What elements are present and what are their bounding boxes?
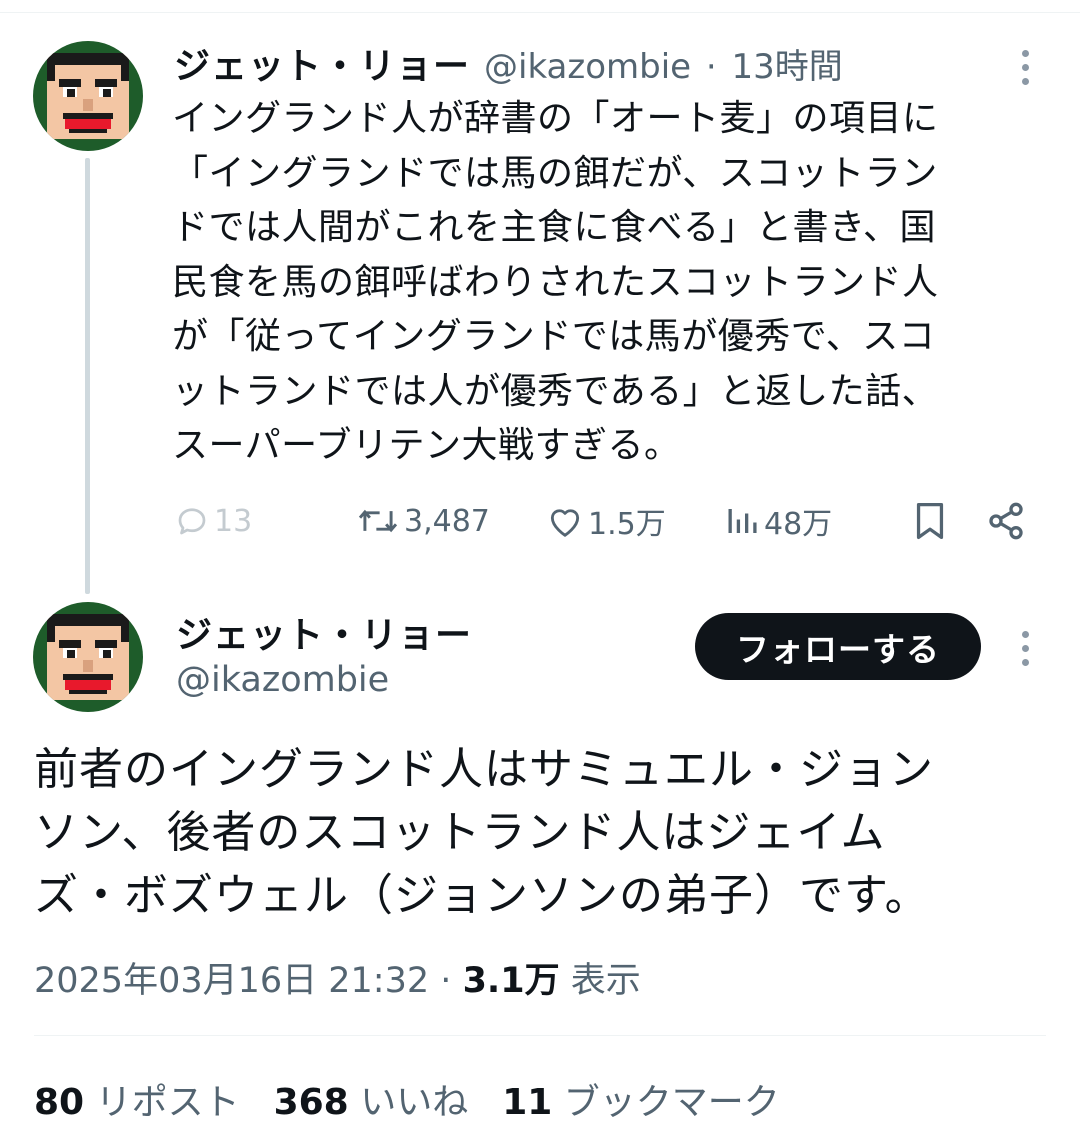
display-name[interactable]: ジェット・リョー bbox=[174, 37, 470, 89]
likes-count: 368 bbox=[273, 1082, 349, 1123]
like-button[interactable]: 1.5万 bbox=[546, 496, 666, 546]
repost-icon bbox=[358, 509, 398, 533]
avatar-image bbox=[33, 602, 143, 712]
tweet-text-line: ットランドでは人が優秀である」と返した話、 bbox=[172, 370, 939, 412]
top-divider bbox=[0, 12, 1080, 13]
views-button[interactable]: 48万 bbox=[724, 496, 832, 546]
handle-text[interactable]: @ikazombie bbox=[484, 47, 691, 87]
avatar[interactable] bbox=[33, 41, 143, 151]
bookmarks-label: ブックマーク bbox=[563, 1082, 780, 1123]
avatar-image bbox=[33, 41, 143, 151]
bookmarks-stat[interactable]: 11 ブックマーク bbox=[502, 1073, 780, 1125]
tweet-text-line: 前者のイングランド人はサミュエル・ジョン bbox=[34, 744, 934, 795]
tweet-text-line: 民食を馬の餌呼ばわりされたスコットランド人 bbox=[172, 261, 939, 303]
heart-icon bbox=[550, 509, 580, 537]
views-count: 48万 bbox=[764, 507, 833, 542]
timestamp[interactable]: 2025年03月16日 21:32 bbox=[34, 961, 429, 1001]
likes-stat[interactable]: 368 いいね bbox=[274, 1073, 469, 1125]
reposts-count: 80 bbox=[34, 1082, 85, 1123]
handle[interactable]: @ikazombie bbox=[176, 660, 389, 700]
tweet2-body: 前者のイングランド人はサミュエル・ジョン ソン、後者のスコットランド人はジェイム… bbox=[34, 738, 1044, 927]
likes-label: いいね bbox=[360, 1082, 469, 1123]
tweet1-header: ジェット・リョー @ikazombie · 13時間 bbox=[174, 38, 843, 88]
tweet-thread-page: ジェット・リョー @ikazombie · 13時間 イングランド人が辞書の「オ… bbox=[0, 0, 1080, 1133]
tweet-text-line: ソン、後者のスコットランド人はジェイム bbox=[34, 807, 886, 858]
bookmark-button[interactable] bbox=[912, 496, 948, 546]
more-vertical-icon[interactable] bbox=[1020, 631, 1030, 666]
tweet-text-line: イングランド人が辞書の「オート麦」の項目に bbox=[172, 98, 939, 139]
more-vertical-icon[interactable] bbox=[1020, 50, 1030, 85]
views-icon bbox=[728, 509, 757, 533]
tweet2-meta: 2025年03月16日 21:32 · 3.1万 表示 bbox=[34, 952, 641, 1003]
bookmark-icon bbox=[916, 503, 944, 539]
display-name[interactable]: ジェット・リョー bbox=[176, 606, 472, 658]
tweet-text-line: スーパーブリテン大戦すぎる。 bbox=[172, 425, 681, 466]
meta-separator: · bbox=[705, 46, 717, 87]
bookmarks-count: 11 bbox=[502, 1082, 553, 1123]
reposts-stat[interactable]: 80 リポスト bbox=[34, 1073, 240, 1125]
like-count: 1.5万 bbox=[588, 507, 666, 542]
time-ago[interactable]: 13時間 bbox=[732, 47, 843, 87]
repost-count: 3,487 bbox=[404, 503, 490, 539]
engagement-stats: 80 リポスト 368 いいね 11 ブックマーク bbox=[34, 1073, 780, 1125]
tweet-text-line: 「イングランドでは馬の餌だが、スコットラン bbox=[172, 152, 938, 194]
follow-button[interactable]: フォローする bbox=[695, 613, 981, 680]
tweet1-body: イングランド人が辞書の「オート麦」の項目に 「イングランドでは馬の餌だが、スコッ… bbox=[172, 92, 1052, 474]
handle: @ikazombie · 13時間 bbox=[484, 39, 843, 88]
meta-separator: · bbox=[440, 961, 452, 1001]
share-button[interactable] bbox=[986, 496, 1026, 546]
tweet-text-line: ズ・ボズウェル（ジョンソンの弟子）です。 bbox=[34, 870, 930, 921]
views-label: 表示 bbox=[570, 961, 641, 1001]
tweet1-action-bar: 13 3,487 1.5万 48万 bbox=[0, 496, 1080, 546]
divider bbox=[34, 1035, 1046, 1036]
avatar[interactable] bbox=[33, 602, 143, 712]
reply-button[interactable]: 13 bbox=[174, 496, 252, 546]
share-icon bbox=[989, 502, 1023, 540]
reposts-label: リポスト bbox=[95, 1082, 240, 1123]
reply-count: 13 bbox=[214, 503, 253, 539]
reply-icon bbox=[178, 508, 206, 535]
tweet-text-line: が「従ってイングランドでは馬が優秀で、スコ bbox=[172, 316, 936, 357]
repost-button[interactable]: 3,487 bbox=[356, 496, 490, 546]
tweet-text-line: ドでは人間がこれを主食に食べる」と書き、国 bbox=[172, 207, 936, 248]
views-count: 3.1万 bbox=[462, 961, 560, 1001]
